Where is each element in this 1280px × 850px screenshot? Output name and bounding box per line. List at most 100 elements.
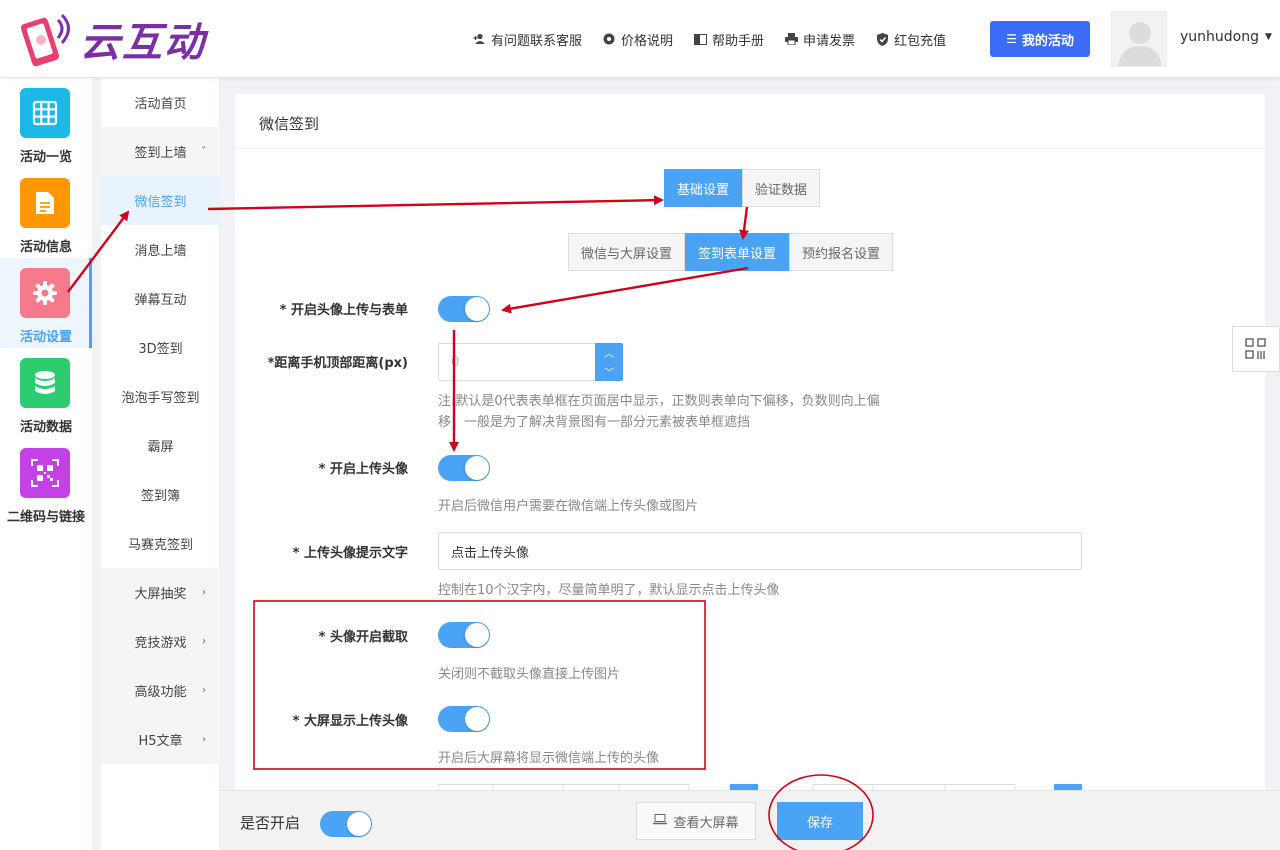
sidebar-item-qrcode[interactable]: 二维码与链接 bbox=[0, 438, 92, 528]
user-silhouette-icon bbox=[1118, 22, 1162, 66]
chevron-right-icon: › bbox=[202, 685, 206, 696]
username: yunhudong bbox=[1180, 29, 1259, 45]
submenu-item-mosaic-checkin[interactable]: 马赛克签到 bbox=[101, 519, 220, 568]
upload-avatar-label: * 开启上传头像 bbox=[318, 462, 408, 477]
enabled-toggle[interactable] bbox=[320, 811, 372, 837]
main-sidebar: 活动一览 活动信息 活动设置 活动数据 二维码与链接 bbox=[0, 78, 92, 850]
top-distance-hint: 注:默认是0代表表单框在页面居中显示，正数则表单向下偏移，负数则向上偏 移，一般… bbox=[438, 391, 880, 433]
submenu-item-3d-checkin[interactable]: 3D签到 bbox=[101, 323, 220, 372]
top-distance-label: *距离手机顶部距离(px) bbox=[267, 356, 408, 371]
sidebar-item-label: 活动一览 bbox=[19, 150, 72, 165]
submenu-item-danmaku[interactable]: 弹幕互动 bbox=[101, 274, 220, 323]
tab-verify-data[interactable]: 验证数据 bbox=[742, 169, 821, 207]
top-distance-value: 0 bbox=[451, 354, 460, 370]
number-stepper[interactable]: ︿ ﹀ bbox=[595, 343, 623, 381]
chevron-right-icon: › bbox=[202, 636, 206, 647]
sub-tabs: 微信与大屏设置 签到表单设置 预约报名设置 bbox=[568, 233, 894, 271]
submenu-label: 大屏抽奖 bbox=[134, 587, 187, 602]
document-icon bbox=[20, 178, 70, 228]
hint-line: 注:默认是0代表表单框在页面居中显示，正数则表单向下偏移，负数则向上偏 bbox=[438, 394, 880, 409]
qrcode-float-button[interactable] bbox=[1232, 326, 1280, 372]
submenu-label: 消息上墙 bbox=[134, 244, 187, 259]
upload-prompt-label: * 上传头像提示文字 bbox=[292, 546, 408, 561]
chevron-up-icon[interactable]: ︿ bbox=[604, 345, 614, 360]
sidebar-item-settings[interactable]: 活动设置 bbox=[0, 258, 92, 348]
chevron-right-icon: › bbox=[202, 587, 206, 598]
page-title: 微信签到 bbox=[259, 115, 320, 133]
submenu-group-games[interactable]: 竞技游戏 › bbox=[101, 617, 220, 666]
tab-wechat-screen[interactable]: 微信与大屏设置 bbox=[568, 233, 686, 271]
submenu-label: 竞技游戏 bbox=[134, 636, 187, 651]
sidebar-item-data[interactable]: 活动数据 bbox=[0, 348, 92, 438]
submenu-group-advanced[interactable]: 高级功能 › bbox=[101, 666, 220, 715]
submenu-label: H5文章 bbox=[138, 734, 183, 749]
nav-support-label: 有问题联系客服 bbox=[491, 33, 583, 49]
user-menu[interactable]: yunhudong ▼ bbox=[1180, 29, 1272, 45]
avatar-form-toggle[interactable] bbox=[438, 296, 490, 322]
avatar-form-label: * 开启头像上传与表单 bbox=[279, 303, 408, 318]
upload-avatar-hint: 开启后微信用户需要在微信端上传头像或图片 bbox=[438, 499, 699, 514]
submenu-item-home[interactable]: 活动首页 bbox=[101, 78, 220, 127]
submenu-label: 活动首页 bbox=[134, 97, 187, 112]
submenu-label: 签到簿 bbox=[140, 489, 180, 504]
avatar-crop-label: * 头像开启截取 bbox=[318, 630, 408, 645]
chevron-right-icon: › bbox=[202, 734, 206, 745]
laptop-icon bbox=[653, 814, 668, 828]
book-icon bbox=[693, 32, 707, 46]
submenu-item-screen-dominate[interactable]: 霸屏 bbox=[101, 421, 220, 470]
my-activity-label: 我的活动 bbox=[1021, 33, 1074, 49]
brand-logo[interactable]: 云互动 bbox=[20, 10, 206, 68]
submenu-item-message-wall[interactable]: 消息上墙 bbox=[101, 225, 220, 274]
nav-invoice-label: 申请发票 bbox=[803, 33, 856, 49]
submenu-label: 签到上墙 bbox=[134, 146, 187, 161]
nav-support[interactable]: 有问题联系客服 bbox=[472, 30, 582, 49]
top-header: 云互动 有问题联系客服 价格说明 帮助手册 申请发票 红包充值 ☰ 我的活动 y… bbox=[0, 0, 1280, 78]
printer-icon bbox=[784, 32, 798, 46]
submenu-group-checkin-wall[interactable]: 签到上墙 ˅ bbox=[101, 127, 220, 176]
nav-pricing-label: 价格说明 bbox=[621, 33, 674, 49]
upload-prompt-value: 点击上传头像 bbox=[451, 545, 530, 561]
upload-prompt-input[interactable]: 点击上传头像 bbox=[438, 532, 1082, 570]
nav-invoice[interactable]: 申请发票 bbox=[784, 30, 855, 49]
submenu-item-wechat-checkin[interactable]: 微信签到 bbox=[101, 176, 220, 225]
submenu-item-checkin-book[interactable]: 签到簿 bbox=[101, 470, 220, 519]
footer-bar: 是否开启 查看大屏幕 保存 bbox=[220, 790, 1280, 850]
grid-icon bbox=[20, 88, 70, 138]
bigscreen-avatar-hint: 开启后大屏幕将显示微信端上传的头像 bbox=[438, 751, 660, 766]
nav-help[interactable]: 帮助手册 bbox=[693, 30, 764, 49]
chevron-down-icon[interactable]: ﹀ bbox=[604, 364, 614, 379]
list-icon: ☰ bbox=[1006, 32, 1017, 46]
settings-tabs: 基础设置 验证数据 bbox=[664, 169, 821, 207]
qrcode-icon bbox=[20, 448, 70, 498]
top-nav: 有问题联系客服 价格说明 帮助手册 申请发票 红包充值 bbox=[472, 0, 966, 78]
gear-icon bbox=[602, 32, 616, 46]
bigscreen-avatar-label: * 大屏显示上传头像 bbox=[292, 714, 408, 729]
save-button[interactable]: 保存 bbox=[777, 802, 863, 840]
hint-line: 移，一般是为了解决背景图有一部分元素被表单框遮挡 bbox=[438, 415, 751, 430]
sub-menu: 活动首页 签到上墙 ˅ 微信签到 消息上墙 弹幕互动 3D签到 泡泡手写签到 霸屏… bbox=[101, 78, 220, 850]
sidebar-item-info[interactable]: 活动信息 bbox=[0, 168, 92, 258]
view-bigscreen-button[interactable]: 查看大屏幕 bbox=[636, 802, 756, 840]
avatar[interactable] bbox=[1111, 11, 1167, 67]
phone-logo-icon bbox=[20, 13, 70, 67]
nav-recharge[interactable]: 红包充值 bbox=[875, 30, 946, 49]
nav-help-label: 帮助手册 bbox=[712, 33, 765, 49]
avatar-crop-hint: 关闭则不截取头像直接上传图片 bbox=[438, 667, 621, 682]
tab-checkin-form[interactable]: 签到表单设置 bbox=[685, 233, 790, 271]
submenu-group-h5[interactable]: H5文章 › bbox=[101, 715, 220, 764]
bigscreen-avatar-toggle[interactable] bbox=[438, 706, 490, 732]
tab-basic-settings[interactable]: 基础设置 bbox=[664, 169, 743, 207]
sidebar-item-overview[interactable]: 活动一览 bbox=[0, 78, 92, 168]
submenu-item-bubble-checkin[interactable]: 泡泡手写签到 bbox=[101, 372, 220, 421]
tab-reservation[interactable]: 预约报名设置 bbox=[789, 233, 894, 271]
nav-recharge-label: 红包充值 bbox=[894, 33, 947, 49]
submenu-label: 弹幕互动 bbox=[134, 293, 187, 308]
my-activity-button[interactable]: ☰ 我的活动 bbox=[990, 21, 1090, 57]
avatar-crop-toggle[interactable] bbox=[438, 622, 490, 648]
sidebar-item-label: 二维码与链接 bbox=[6, 510, 85, 525]
submenu-group-lottery[interactable]: 大屏抽奖 › bbox=[101, 568, 220, 617]
upload-avatar-toggle[interactable] bbox=[438, 455, 490, 481]
enabled-label: 是否开启 bbox=[240, 814, 301, 832]
submenu-label: 微信签到 bbox=[134, 195, 187, 210]
nav-pricing[interactable]: 价格说明 bbox=[602, 30, 673, 49]
